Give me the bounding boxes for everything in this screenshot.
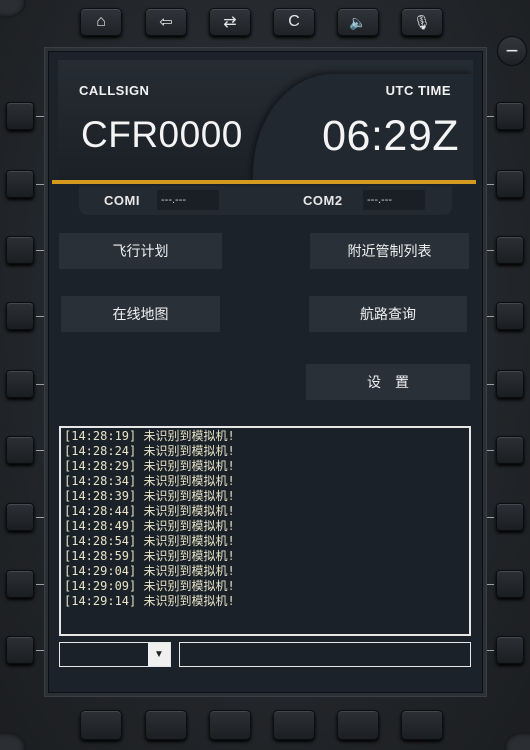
- mic-button[interactable]: 🎙: [401, 8, 443, 36]
- header-divider: [52, 180, 476, 184]
- mic-icon: 🎙: [413, 13, 431, 30]
- com-strip: COMI ---.--- COM2 ---.---: [79, 186, 452, 215]
- settings-button[interactable]: 设 置: [306, 364, 470, 400]
- left-softkey-8[interactable]: [6, 570, 34, 598]
- volume-button[interactable]: 🔈: [337, 8, 379, 36]
- minus-knob[interactable]: −: [497, 36, 527, 66]
- utc-time-value: 06:29Z: [322, 112, 459, 160]
- bottom-key-1[interactable]: [80, 710, 122, 740]
- bottom-key-5[interactable]: [337, 710, 379, 740]
- volume-icon: 🔈: [349, 13, 367, 30]
- minus-icon: −: [505, 38, 519, 63]
- left-softkey-5[interactable]: [6, 370, 34, 398]
- log-line: [14:28:39] 未识别到模拟机!: [64, 489, 235, 503]
- command-select[interactable]: ▼: [59, 642, 171, 667]
- bottom-key-4[interactable]: [273, 710, 315, 740]
- right-softkey-1[interactable]: [496, 102, 524, 130]
- right-softkey-2[interactable]: [496, 170, 524, 198]
- bezel-corner: [504, 732, 530, 750]
- chevron-down-icon[interactable]: ▼: [148, 643, 170, 666]
- right-softkey-6[interactable]: [496, 436, 524, 464]
- bottom-key-6[interactable]: [401, 710, 443, 740]
- right-softkey-7[interactable]: [496, 503, 524, 531]
- online-map-button[interactable]: 在线地图: [61, 296, 220, 332]
- clear-icon: C: [288, 13, 300, 30]
- log-line: [14:29:14] 未识别到模拟机!: [64, 594, 235, 608]
- right-softkey-5[interactable]: [496, 370, 524, 398]
- swap-icon: ⇄: [223, 14, 237, 31]
- log-line: [14:28:34] 未识别到模拟机!: [64, 474, 235, 488]
- log-line: [14:28:54] 未识别到模拟机!: [64, 534, 235, 548]
- right-softkey-3[interactable]: [496, 236, 524, 264]
- bezel-corner: [0, 0, 26, 18]
- log-line: [14:28:44] 未识别到模拟机!: [64, 504, 235, 518]
- log-line: [14:28:49] 未识别到模拟机!: [64, 519, 235, 533]
- flight-plan-button[interactable]: 飞行计划: [59, 233, 222, 269]
- swap-button[interactable]: ⇄: [209, 8, 251, 36]
- command-input[interactable]: [179, 642, 471, 667]
- callsign-label: CALLSIGN: [79, 83, 150, 98]
- left-softkey-9[interactable]: [6, 636, 34, 664]
- log-line: [14:29:04] 未识别到模拟机!: [64, 564, 235, 578]
- com2-frequency[interactable]: ---.---: [363, 190, 425, 210]
- bezel-corner: [0, 732, 26, 750]
- log-output[interactable]: [14:28:19] 未识别到模拟机! [14:28:24] 未识别到模拟机! …: [59, 426, 471, 636]
- home-button[interactable]: ⌂: [80, 8, 122, 36]
- back-button[interactable]: ⇦: [145, 8, 187, 36]
- clear-button[interactable]: C: [273, 8, 315, 36]
- left-softkey-2[interactable]: [6, 170, 34, 198]
- log-line: [14:28:59] 未识别到模拟机!: [64, 549, 235, 563]
- right-softkey-8[interactable]: [496, 570, 524, 598]
- com1-frequency[interactable]: ---.---: [157, 190, 219, 210]
- header-panel: CALLSIGN CFR0000 UTC TIME 06:29Z: [58, 60, 473, 182]
- utc-time-label: UTC TIME: [385, 83, 451, 98]
- log-line: [14:28:29] 未识别到模拟机!: [64, 459, 235, 473]
- left-softkey-6[interactable]: [6, 436, 34, 464]
- nearby-atc-button[interactable]: 附近管制列表: [310, 233, 469, 269]
- right-softkey-4[interactable]: [496, 302, 524, 330]
- callsign-value: CFR0000: [81, 114, 243, 155]
- left-softkey-7[interactable]: [6, 503, 34, 531]
- home-icon: ⌂: [96, 13, 106, 30]
- left-softkey-3[interactable]: [6, 236, 34, 264]
- right-softkey-9[interactable]: [496, 636, 524, 664]
- route-query-button[interactable]: 航路查询: [309, 296, 467, 332]
- log-line: [14:28:24] 未识别到模拟机!: [64, 444, 235, 458]
- log-line: [14:29:09] 未识别到模拟机!: [64, 579, 235, 593]
- back-arrow-icon: ⇦: [159, 14, 173, 31]
- left-softkey-4[interactable]: [6, 302, 34, 330]
- left-softkey-1[interactable]: [6, 102, 34, 130]
- com1-label: COMI: [104, 193, 140, 208]
- com2-label: COM2: [303, 193, 343, 208]
- log-line: [14:28:19] 未识别到模拟机!: [64, 429, 235, 443]
- bottom-key-3[interactable]: [209, 710, 251, 740]
- bottom-key-2[interactable]: [145, 710, 187, 740]
